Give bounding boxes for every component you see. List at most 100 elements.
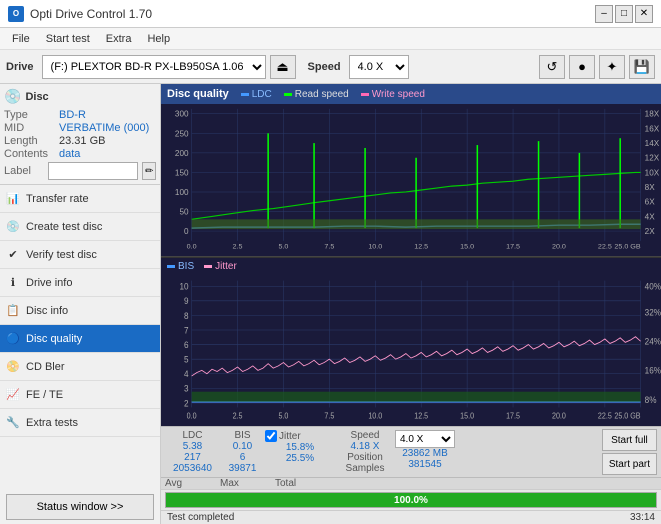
title-bar: O Opti Drive Control 1.70 – □ ✕ xyxy=(0,0,661,28)
disc-panel-label: Disc xyxy=(25,91,48,103)
max-jitter: 25.5% xyxy=(265,453,335,464)
speed-set-select[interactable]: 4.0 X xyxy=(395,430,455,448)
toolbar: Drive (F:) PLEXTOR BD-R PX-LB950SA 1.06 … xyxy=(0,50,661,84)
jitter-checkbox[interactable] xyxy=(265,430,277,442)
svg-text:3: 3 xyxy=(184,383,189,393)
ldc-col-header: LDC xyxy=(165,430,220,441)
read-legend-label: Read speed xyxy=(295,89,349,100)
sidebar-item-transfer-rate[interactable]: 📊 Transfer rate xyxy=(0,185,160,213)
status-window-button[interactable]: Status window >> xyxy=(6,494,154,520)
contents-key: Contents xyxy=(4,148,59,160)
svg-text:8X: 8X xyxy=(645,183,656,192)
refresh-button[interactable]: ↺ xyxy=(539,55,565,79)
sidebar-item-create-test-disc[interactable]: 💿 Create test disc xyxy=(0,213,160,241)
max-pos: 23862 MB xyxy=(395,448,455,459)
save-button[interactable]: 💾 xyxy=(629,55,655,79)
maximize-button[interactable]: □ xyxy=(615,5,633,23)
minimize-button[interactable]: – xyxy=(595,5,613,23)
app-title: Opti Drive Control 1.70 xyxy=(30,7,152,21)
bis-legend: BIS xyxy=(167,261,194,272)
svg-text:150: 150 xyxy=(175,169,189,178)
svg-text:16X: 16X xyxy=(645,125,660,134)
speed-col-header: Speed xyxy=(335,430,395,441)
jitter-check-row: Jitter xyxy=(265,430,335,442)
drive-select[interactable]: (F:) PLEXTOR BD-R PX-LB950SA 1.06 xyxy=(42,55,266,79)
speed-val-col: 4.0 X 23862 MB 381545 xyxy=(395,430,455,474)
svg-text:8%: 8% xyxy=(645,394,657,404)
label-edit-button[interactable]: ✏ xyxy=(142,162,156,180)
nav-label-create-test-disc: Create test disc xyxy=(26,221,102,233)
bottom-chart-header: BIS Jitter xyxy=(161,257,661,275)
chart-header: Disc quality LDC Read speed Write speed xyxy=(161,84,661,104)
menu-extra[interactable]: Extra xyxy=(98,31,140,47)
jitter-legend-dot xyxy=(204,265,212,268)
nav-label-disc-info: Disc info xyxy=(26,305,68,317)
svg-text:22.5: 22.5 xyxy=(598,244,612,251)
bis-legend-label: BIS xyxy=(178,261,194,272)
svg-text:10.0: 10.0 xyxy=(368,244,382,251)
speed-label: Speed xyxy=(308,61,341,73)
eject-button[interactable]: ⏏ xyxy=(270,55,296,79)
nav-label-drive-info: Drive info xyxy=(26,277,72,289)
svg-text:4: 4 xyxy=(184,368,189,378)
menu-file[interactable]: File xyxy=(4,31,38,47)
sidebar-item-cd-bler[interactable]: 📀 CD Bler xyxy=(0,353,160,381)
sidebar-item-disc-info[interactable]: 📋 Disc info xyxy=(0,297,160,325)
nav-label-cd-bler: CD Bler xyxy=(26,361,65,373)
status-time: 33:14 xyxy=(630,512,655,523)
start-part-button[interactable]: Start part xyxy=(602,453,657,475)
status-text: Test completed xyxy=(167,512,234,523)
svg-text:25.0 GB: 25.0 GB xyxy=(614,244,641,251)
status-line: Test completed 33:14 xyxy=(161,510,661,524)
jitter-col: Jitter 15.8% 25.5% xyxy=(265,430,335,474)
progress-bar-inner: 100.0% xyxy=(166,493,656,507)
disc-panel: 💿 Disc Type BD-R MID VERBATIMe (000) Len… xyxy=(0,84,160,185)
progress-section: 100.0% xyxy=(161,489,661,510)
star-button[interactable]: ✦ xyxy=(599,55,625,79)
title-bar-left: O Opti Drive Control 1.70 xyxy=(8,6,152,22)
svg-text:2: 2 xyxy=(184,397,189,407)
disc-panel-header: 💿 Disc xyxy=(4,88,156,105)
speed-select[interactable]: 4.0 X xyxy=(349,55,409,79)
type-key: Type xyxy=(4,109,59,121)
label-key: Label xyxy=(4,165,44,177)
sidebar-item-fe-te[interactable]: 📈 FE / TE xyxy=(0,381,160,409)
nav-label-disc-quality: Disc quality xyxy=(26,333,82,345)
stats-columns: LDC 5.38 217 2053640 BIS 0.10 6 39871 Ji… xyxy=(165,430,598,474)
sidebar-item-extra-tests[interactable]: 🔧 Extra tests xyxy=(0,409,160,437)
menu-start-test[interactable]: Start test xyxy=(38,31,98,47)
label-input[interactable] xyxy=(48,162,138,180)
ldc-legend-label: LDC xyxy=(252,89,272,100)
sidebar-item-verify-test-disc[interactable]: ✔ Verify test disc xyxy=(0,241,160,269)
sidebar-item-drive-info[interactable]: ℹ Drive info xyxy=(0,269,160,297)
svg-text:2X: 2X xyxy=(645,227,656,236)
row-labels: Avg Max Total xyxy=(161,477,661,489)
close-button[interactable]: ✕ xyxy=(635,5,653,23)
samples-label: Samples xyxy=(335,463,395,474)
window-controls: – □ ✕ xyxy=(595,5,653,23)
menu-help[interactable]: Help xyxy=(139,31,178,47)
svg-text:17.5: 17.5 xyxy=(506,411,520,420)
create-test-disc-icon: 💿 xyxy=(6,220,20,234)
disc-info-icon: 📋 xyxy=(6,304,20,318)
start-full-button[interactable]: Start full xyxy=(602,429,657,451)
svg-text:32%: 32% xyxy=(645,307,661,317)
svg-text:12.5: 12.5 xyxy=(414,411,428,420)
svg-text:25.0 GB: 25.0 GB xyxy=(614,411,640,420)
jitter-legend-label: Jitter xyxy=(215,261,237,272)
menu-bar: File Start test Extra Help xyxy=(0,28,661,50)
avg-speed: 4.18 X xyxy=(335,441,395,452)
svg-text:7.5: 7.5 xyxy=(324,411,334,420)
top-chart-svg: 300 250 200 150 100 50 0 18X 16X 14X 12X… xyxy=(161,104,661,256)
record-button[interactable]: ● xyxy=(569,55,595,79)
disc-mid-row: MID VERBATIMe (000) xyxy=(4,122,156,134)
sidebar-item-disc-quality[interactable]: 🔵 Disc quality xyxy=(0,325,160,353)
total-bis: 39871 xyxy=(220,463,265,474)
svg-text:10.0: 10.0 xyxy=(368,411,382,420)
total-ldc: 2053640 xyxy=(165,463,220,474)
sidebar: 💿 Disc Type BD-R MID VERBATIMe (000) Len… xyxy=(0,84,161,524)
avg-bis: 0.10 xyxy=(220,441,265,452)
nav-label-fe-te: FE / TE xyxy=(26,389,63,401)
pos-label: Position xyxy=(335,452,395,463)
svg-text:0: 0 xyxy=(184,227,189,236)
